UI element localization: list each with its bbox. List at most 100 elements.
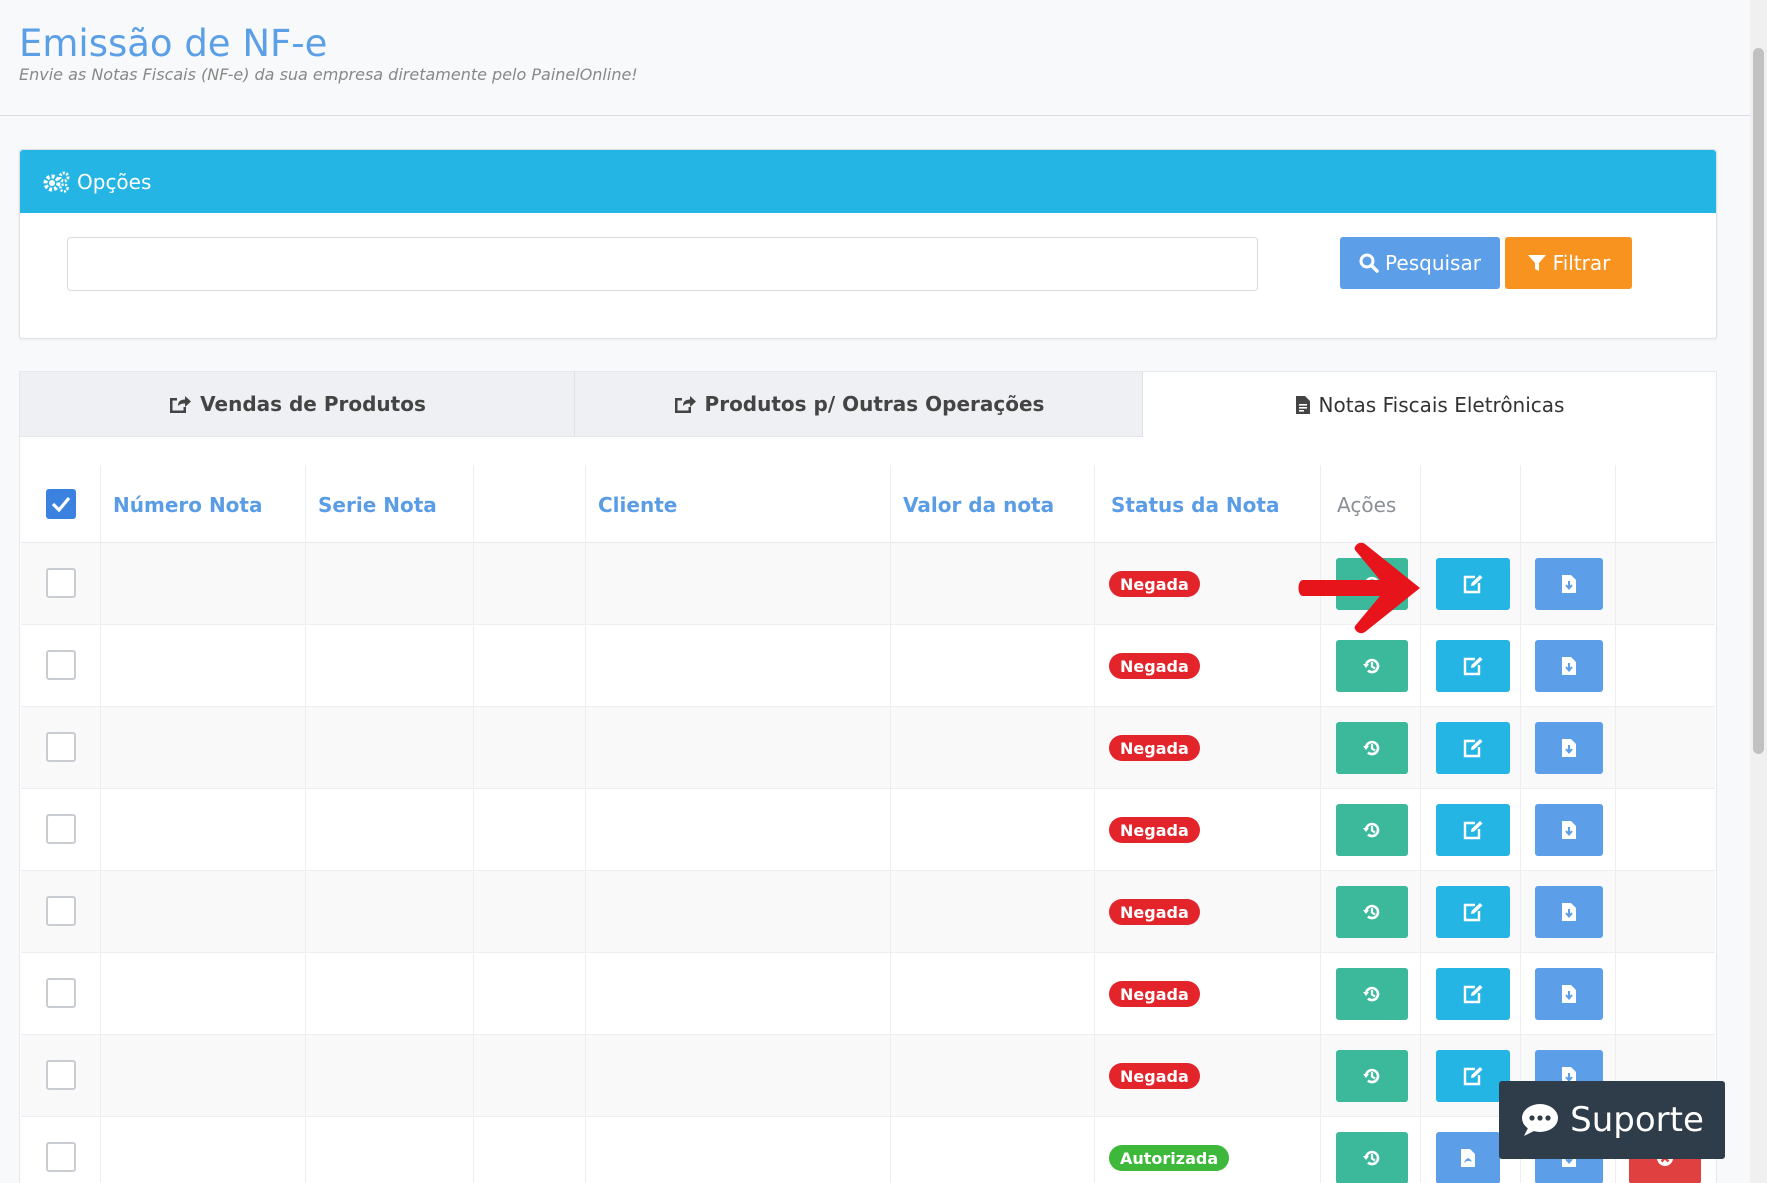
search-input[interactable] (67, 237, 1258, 291)
history-icon (1363, 740, 1380, 756)
status-badge: Negada (1109, 571, 1200, 597)
download-button[interactable] (1535, 722, 1603, 774)
tab-vendas-de-produtos[interactable]: Vendas de Produtos (20, 372, 575, 437)
file-download-icon (1562, 821, 1576, 839)
table-body: Negada Negada Negada Negada Negada Negad… (21, 543, 1715, 1183)
scrollbar-track[interactable] (1750, 0, 1767, 1183)
table-row: Negada (21, 707, 1715, 789)
red-arrow-annotation (1298, 542, 1420, 634)
column-serie-nota[interactable]: Serie Nota (306, 466, 437, 543)
row-checkbox[interactable] (46, 568, 76, 598)
column-divider (473, 465, 474, 1183)
edit-button[interactable] (1436, 558, 1510, 610)
status-badge: Negada (1109, 817, 1200, 843)
table-row: Negada (21, 625, 1715, 707)
tab-label: Produtos p/ Outras Operações (704, 392, 1045, 416)
scrollbar-thumb[interactable] (1753, 48, 1764, 754)
download-button[interactable] (1535, 558, 1603, 610)
history-button[interactable] (1336, 804, 1408, 856)
share-square-icon (170, 396, 192, 413)
column-divider (305, 465, 306, 1183)
history-icon (1363, 822, 1380, 838)
file-download-icon (1562, 985, 1576, 1003)
select-all-checkbox[interactable] (46, 489, 76, 519)
status-badge: Negada (1109, 653, 1200, 679)
file-download-icon (1562, 575, 1576, 593)
edit-icon (1463, 739, 1483, 758)
edit-icon (1463, 1067, 1483, 1086)
status-badge: Negada (1109, 899, 1200, 925)
row-checkbox[interactable] (46, 978, 76, 1008)
nfe-table: Número Nota Serie Nota Cliente Valor da … (21, 466, 1715, 1183)
row-checkbox[interactable] (46, 650, 76, 680)
status-badge: Negada (1109, 735, 1200, 761)
row-checkbox[interactable] (46, 814, 76, 844)
column-divider (890, 465, 891, 1183)
column-blank (474, 466, 486, 543)
column-cliente[interactable]: Cliente (586, 466, 677, 543)
tab-label: Notas Fiscais Eletrônicas (1318, 392, 1565, 417)
history-button[interactable] (1336, 640, 1408, 692)
page-subtitle: Envie as Notas Fiscais (NF-e) da sua emp… (19, 65, 638, 84)
download-button[interactable] (1535, 886, 1603, 938)
options-title: Opções (77, 169, 152, 194)
edit-button[interactable] (1436, 886, 1510, 938)
download-button[interactable] (1535, 804, 1603, 856)
tab-notas-fiscais-eletronicas[interactable]: Notas Fiscais Eletrônicas (1143, 372, 1716, 437)
column-acoes: Ações (1337, 492, 1397, 517)
edit-icon (1463, 903, 1483, 922)
edit-button[interactable] (1436, 640, 1510, 692)
column-divider (1094, 465, 1095, 1183)
status-badge: Autorizada (1109, 1145, 1230, 1171)
history-icon (1363, 1150, 1380, 1166)
history-icon (1363, 658, 1380, 674)
table-row: Autorizada (21, 1117, 1715, 1183)
page-header: Emissão de NF-e Envie as Notas Fiscais (… (0, 0, 1750, 116)
file-invoice-icon (1295, 395, 1310, 414)
file-pdf-icon (1461, 1149, 1475, 1167)
history-button[interactable] (1336, 886, 1408, 938)
column-divider (585, 465, 586, 1183)
edit-button[interactable] (1436, 968, 1510, 1020)
filter-button-label: Filtrar (1552, 251, 1611, 275)
edit-button[interactable] (1436, 804, 1510, 856)
tab-label: Vendas de Produtos (200, 392, 426, 416)
history-icon (1363, 1068, 1380, 1084)
chat-bubble-icon (1522, 1104, 1559, 1136)
history-button[interactable] (1336, 968, 1408, 1020)
tabs-panel: Vendas de Produtos Produtos p/ Outras Op… (19, 371, 1717, 1183)
edit-icon (1463, 575, 1483, 594)
download-button[interactable] (1535, 640, 1603, 692)
history-icon (1363, 904, 1380, 920)
status-badge: Negada (1109, 981, 1200, 1007)
column-valor-da-nota[interactable]: Valor da nota (891, 466, 1054, 543)
edit-button[interactable] (1436, 722, 1510, 774)
table-row: Negada (21, 1035, 1715, 1117)
download-button[interactable] (1535, 968, 1603, 1020)
edit-icon (1463, 657, 1483, 676)
table-row: Negada (21, 871, 1715, 953)
file-download-icon (1562, 739, 1576, 757)
tab-produtos-outras-operacoes[interactable]: Produtos p/ Outras Operações (575, 372, 1143, 437)
share-square-icon (674, 396, 696, 413)
options-header: Opções (20, 150, 1716, 213)
history-button[interactable] (1336, 722, 1408, 774)
page-title: Emissão de NF-e (19, 22, 328, 65)
column-status-da-nota[interactable]: Status da Nota (1099, 466, 1279, 543)
table-row: Negada (21, 953, 1715, 1035)
row-checkbox[interactable] (46, 1142, 76, 1172)
history-button[interactable] (1336, 1050, 1408, 1102)
support-chat-button[interactable]: Suporte (1499, 1081, 1725, 1159)
status-badge: Negada (1109, 1063, 1200, 1089)
row-checkbox[interactable] (46, 896, 76, 926)
edit-icon (1463, 821, 1483, 840)
column-numero-nota[interactable]: Número Nota (101, 466, 262, 543)
search-button[interactable]: Pesquisar (1340, 237, 1500, 289)
column-divider (1615, 465, 1616, 1183)
pdf-button[interactable] (1436, 1132, 1500, 1183)
row-checkbox[interactable] (46, 732, 76, 762)
column-divider (1520, 465, 1521, 1183)
history-button[interactable] (1336, 1132, 1408, 1183)
row-checkbox[interactable] (46, 1060, 76, 1090)
filter-button[interactable]: Filtrar (1505, 237, 1632, 289)
